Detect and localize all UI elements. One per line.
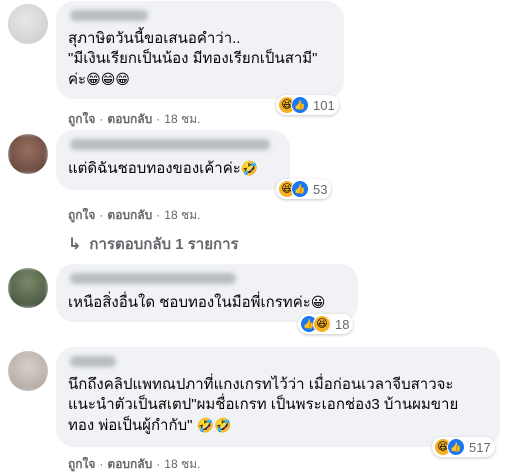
avatar[interactable] [8, 268, 48, 308]
comment-bubble: นึกถึงคลิปแพทณปภาที่แกงเกรทไว้ว่า เมื่อก… [56, 347, 500, 447]
comment-text: นึกถึงคลิปแพทณปภาที่แกงเกรทไว้ว่า เมื่อก… [68, 376, 459, 434]
comment-text: สุภาษิตวันนี้ขอเสนอคำว่า.. "มีเงินเรียกเ… [68, 30, 318, 88]
like-link[interactable]: ถูกใจ [68, 457, 95, 471]
reaction-count: 101 [313, 97, 335, 113]
like-icon: 👍 [447, 438, 465, 456]
grin-emoji: 😁😁😁 [86, 71, 130, 87]
commenter-name-redacted [70, 356, 116, 367]
comment-text: แต่ดิฉันชอบทองของเค้าค่ะ🤣 [68, 160, 259, 177]
like-link[interactable]: ถูกใจ [68, 112, 95, 126]
timestamp[interactable]: 18 ชม. [164, 112, 200, 126]
reaction-summary[interactable]: 👍 😆 18 [298, 314, 354, 334]
reaction-count: 53 [313, 181, 328, 197]
reply-link[interactable]: ตอบกลับ [107, 208, 152, 222]
reaction-count: 18 [335, 316, 350, 332]
like-icon: 👍 [291, 96, 309, 114]
comment-bubble: สุภาษิตวันนี้ขอเสนอคำว่า.. "มีเงินเรียกเ… [56, 1, 344, 99]
like-icon: 👍 [291, 180, 309, 198]
reply-arrow-icon: ↳ [68, 236, 82, 253]
reaction-summary[interactable]: 😆 👍 517 [432, 437, 495, 457]
like-link[interactable]: ถูกใจ [68, 208, 95, 222]
avatar[interactable] [8, 351, 48, 391]
rofl-emoji: 🤣 [240, 160, 259, 176]
timestamp[interactable]: 18 ชม. [164, 457, 200, 471]
reply-link[interactable]: ตอบกลับ [107, 112, 152, 126]
timestamp[interactable]: 18 ชม. [164, 208, 200, 222]
commenter-name-redacted [70, 139, 270, 150]
comment-text: เหนือสิ่งอื่นใด ชอบทองในมือพี่เกรทค่ะ😀 [68, 294, 326, 311]
reaction-count: 517 [469, 439, 491, 455]
avatar[interactable] [8, 134, 48, 174]
comment-actions: ถูกใจ · ตอบกลับ · 18 ชม. [68, 457, 201, 471]
view-replies-link[interactable]: ↳ การตอบกลับ 1 รายการ [68, 232, 239, 256]
rofl-emoji: 🤣🤣 [196, 417, 232, 433]
commenter-name-redacted [70, 10, 148, 21]
reaction-summary[interactable]: 😆 👍 101 [276, 95, 339, 115]
comment-bubble: แต่ดิฉันชอบทองของเค้าค่ะ🤣 [56, 130, 290, 190]
replies-count-label: การตอบกลับ 1 รายการ [89, 236, 239, 253]
comment-actions: ถูกใจ · ตอบกลับ · 18 ชม. [68, 208, 201, 222]
reply-link[interactable]: ตอบกลับ [107, 457, 152, 471]
grinning-emoji: 😀 [310, 294, 326, 310]
commenter-name-redacted [70, 273, 236, 284]
avatar[interactable] [8, 4, 48, 44]
reaction-summary[interactable]: 😆 👍 53 [276, 179, 332, 199]
haha-icon: 😆 [313, 315, 331, 333]
comment-actions: ถูกใจ · ตอบกลับ · 18 ชม. [68, 112, 201, 126]
